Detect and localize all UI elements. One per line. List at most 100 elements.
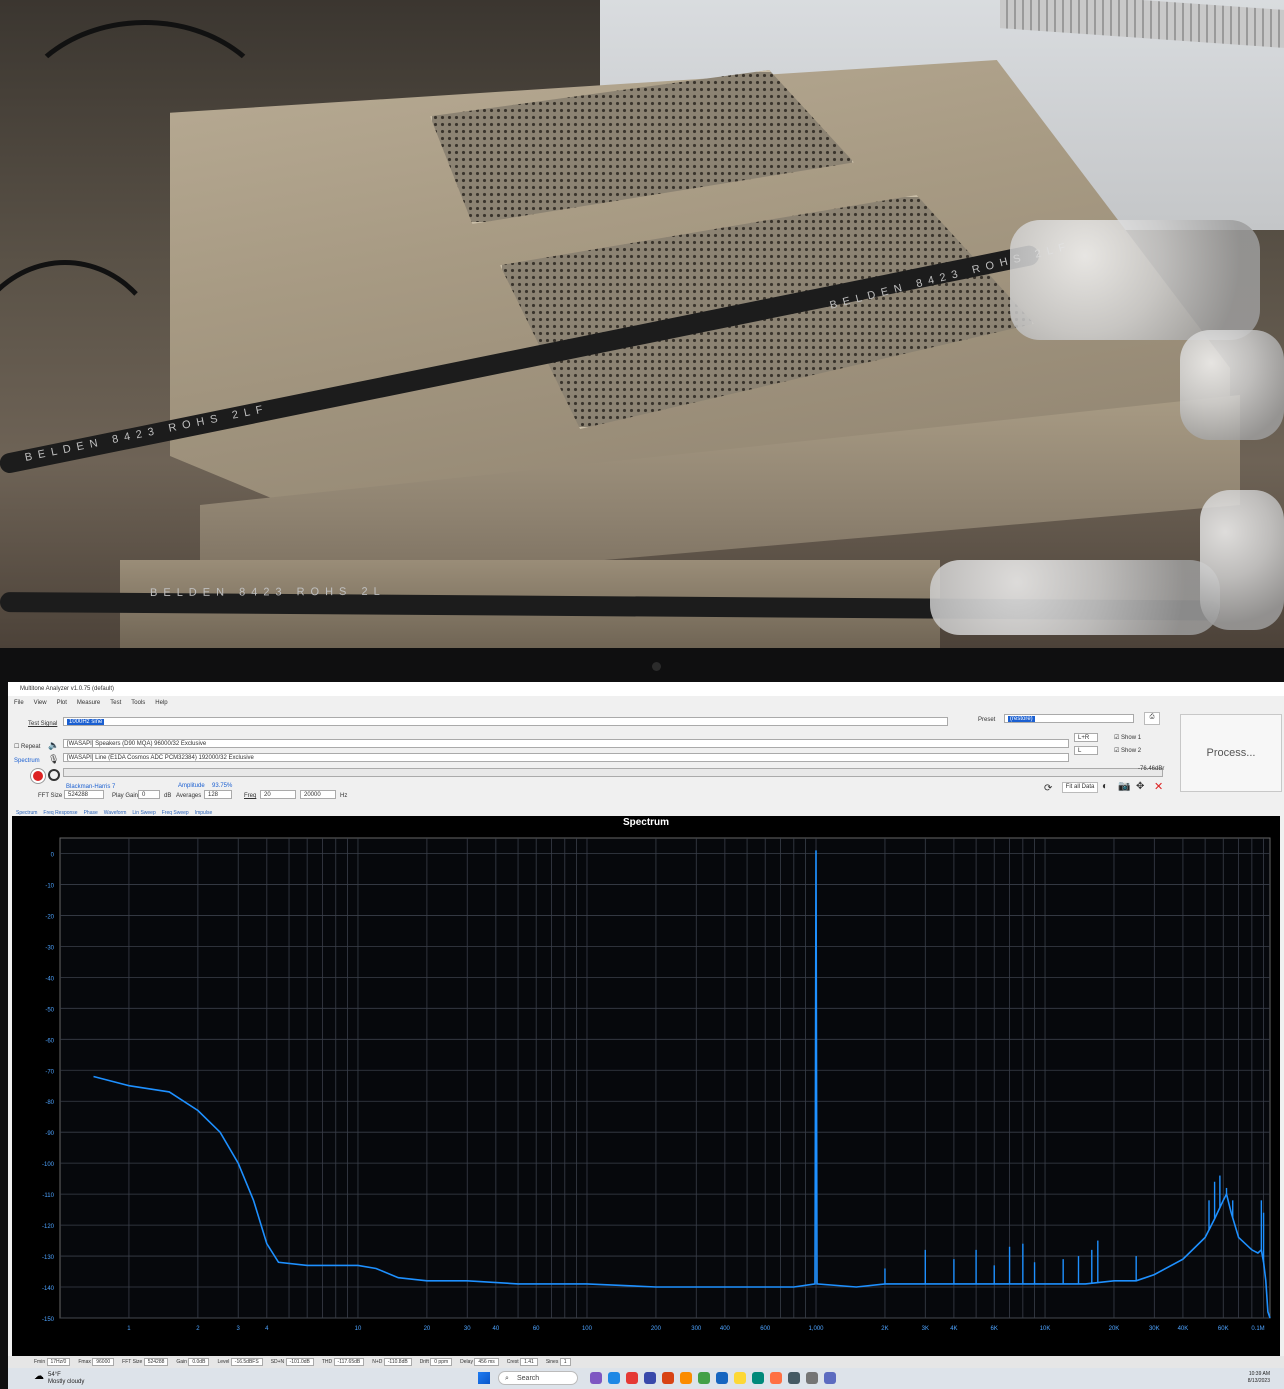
averages-select[interactable]: 128 <box>204 790 232 799</box>
x-tick-label: 4K <box>950 1326 957 1332</box>
firefox-icon[interactable] <box>770 1372 782 1384</box>
refresh-icon[interactable]: ⟳ <box>1044 783 1052 794</box>
input-channel-select[interactable]: L <box>1074 746 1098 755</box>
weather-icon: ☁ <box>34 1371 44 1382</box>
menu-file[interactable]: File <box>14 700 24 712</box>
show2-label: Show 2 <box>1121 748 1142 754</box>
camera-icon[interactable]: 📷 <box>1118 781 1130 792</box>
settings-icon[interactable] <box>806 1372 818 1384</box>
input-device-select[interactable]: [WASAPI] Line (E1DA Cosmos ADC PCM32384)… <box>63 753 1069 762</box>
output-device-select[interactable]: [WASAPI] Speakers (D90 MQA) 96000/32 Exc… <box>63 739 1069 748</box>
fft-size-select[interactable]: 524288 <box>64 790 104 799</box>
bubble-wrap-bottom <box>930 560 1220 635</box>
menu-plot[interactable]: Plot <box>57 700 67 712</box>
xbox-icon[interactable] <box>698 1372 710 1384</box>
speaker-icon: 🔈 <box>48 740 60 750</box>
spectrum-plot[interactable]: Spectrum 0 -10 -20 -30 -40 -50 -60 -70 -80 -90 -10… <box>12 816 1280 1356</box>
y-tick-label: -90 <box>45 1131 54 1137</box>
status-value: 456 ms <box>474 1358 499 1366</box>
search-label: Search <box>517 1375 540 1382</box>
system-clock[interactable]: 10:39 AM 8/13/2023 <box>1248 1371 1270 1385</box>
y-tick-label: -100 <box>42 1162 55 1168</box>
search-box[interactable]: ⌕ Search <box>498 1371 578 1385</box>
clock-date: 8/13/2023 <box>1247 1378 1270 1384</box>
menu-help[interactable]: Help <box>155 700 167 712</box>
menu-measure[interactable]: Measure <box>77 700 100 712</box>
x-tick-label: 3K <box>922 1326 929 1332</box>
window-title: Multitone Analyzer v1.0.75 (default) <box>8 682 1284 696</box>
y-tick-label: -140 <box>42 1286 55 1292</box>
office-icon[interactable] <box>662 1372 674 1384</box>
bubble-wrap-right <box>1180 330 1284 440</box>
weather-widget[interactable]: 54°F Mostly cloudy <box>48 1372 84 1386</box>
preset-select[interactable]: (restore) <box>1004 714 1134 723</box>
y-tick-label: -40 <box>45 976 54 982</box>
photos-icon[interactable] <box>752 1372 764 1384</box>
contrast-icon[interactable]: ◐ <box>1102 781 1108 792</box>
record-button[interactable] <box>31 769 45 783</box>
test-signal-select[interactable]: 1000Hz sine <box>63 717 948 726</box>
progress-bar <box>63 768 1163 777</box>
freq-from-input[interactable]: 20 <box>260 790 296 799</box>
x-tick-label: 1,000 <box>809 1326 825 1332</box>
play-gain-unit: dB <box>164 793 172 799</box>
spectrum-mode-label[interactable]: Spectrum <box>14 758 40 764</box>
process-button[interactable]: Process... <box>1180 714 1282 792</box>
status-value: 96000 <box>92 1358 115 1366</box>
test-signal-value: 1000Hz sine <box>67 719 105 725</box>
status-key: Sines <box>545 1359 560 1365</box>
play-gain-input[interactable]: 0 <box>138 790 160 799</box>
close-icon[interactable]: ✕ <box>1154 780 1163 793</box>
folder-icon[interactable] <box>734 1372 746 1384</box>
status-value: 0 ppm <box>430 1358 453 1366</box>
store-icon[interactable] <box>644 1372 656 1384</box>
y-tick-label: -20 <box>45 914 54 920</box>
output-channel-select[interactable]: L+R <box>1074 733 1098 742</box>
app-icon[interactable] <box>680 1372 692 1384</box>
start-icon[interactable] <box>478 1372 490 1384</box>
status-item: Fmin 17Hz/0 <box>34 1358 71 1366</box>
y-tick-label: -150 <box>42 1317 55 1323</box>
amplitude-value[interactable]: 93.75% <box>212 783 232 789</box>
x-tick-label: 10K <box>1040 1326 1051 1332</box>
status-item: SD+N -101.0dB <box>271 1358 314 1366</box>
status-key: FFT Size <box>122 1359 144 1365</box>
terminal-icon[interactable] <box>788 1372 800 1384</box>
crosshair-icon[interactable]: ✥ <box>1136 781 1144 792</box>
repeat-label: Repeat <box>21 744 41 750</box>
status-value: -16.5dBFS <box>230 1358 263 1366</box>
background-cables <box>10 20 280 230</box>
menu-tools[interactable]: Tools <box>131 700 145 712</box>
status-key: Gain <box>176 1359 189 1365</box>
x-tick-label: 2 <box>196 1326 200 1332</box>
y-tick-label: 0 <box>51 852 55 858</box>
menu-view[interactable]: View <box>34 700 47 712</box>
show2-checkbox[interactable]: ☑ Show 2 <box>1114 747 1141 754</box>
x-tick-label: 30K <box>1149 1326 1160 1332</box>
cable-print-bottom: BELDEN 8423 ROHS 2L <box>149 585 386 599</box>
bubble-wrap-side <box>1200 490 1284 630</box>
status-item: Crest 1.41 <box>507 1358 538 1366</box>
status-value: 1 <box>559 1358 571 1366</box>
freq-to-input[interactable]: 20000 <box>300 790 336 799</box>
edge-icon[interactable] <box>608 1372 620 1384</box>
mail-icon[interactable] <box>716 1372 728 1384</box>
play-gain-label: Play Gain <box>112 793 139 799</box>
stop-button[interactable] <box>48 769 60 781</box>
microphone-icon: 🎙 <box>48 754 60 764</box>
status-key: Delay <box>460 1359 475 1365</box>
analyzer-icon[interactable] <box>824 1372 836 1384</box>
task-view-icon[interactable] <box>590 1372 602 1384</box>
x-tick-label: 10 <box>355 1326 362 1332</box>
status-key: Level <box>217 1359 231 1365</box>
menu-test[interactable]: Test <box>110 700 121 712</box>
fit-all-data-button[interactable]: Fit all Data <box>1062 782 1098 793</box>
status-item: N+D -110.8dB <box>372 1358 412 1366</box>
show1-checkbox[interactable]: ☑ Show 1 <box>1114 734 1141 741</box>
repeat-checkbox[interactable]: ☐ Repeat <box>14 743 40 750</box>
status-item: THD -117.65dB <box>322 1358 365 1366</box>
preset-save-button[interactable]: ⎙ <box>1144 712 1160 725</box>
status-value: 524288 <box>143 1358 169 1366</box>
weather-desc: Mostly cloudy <box>48 1379 85 1385</box>
chrome-icon[interactable] <box>626 1372 638 1384</box>
